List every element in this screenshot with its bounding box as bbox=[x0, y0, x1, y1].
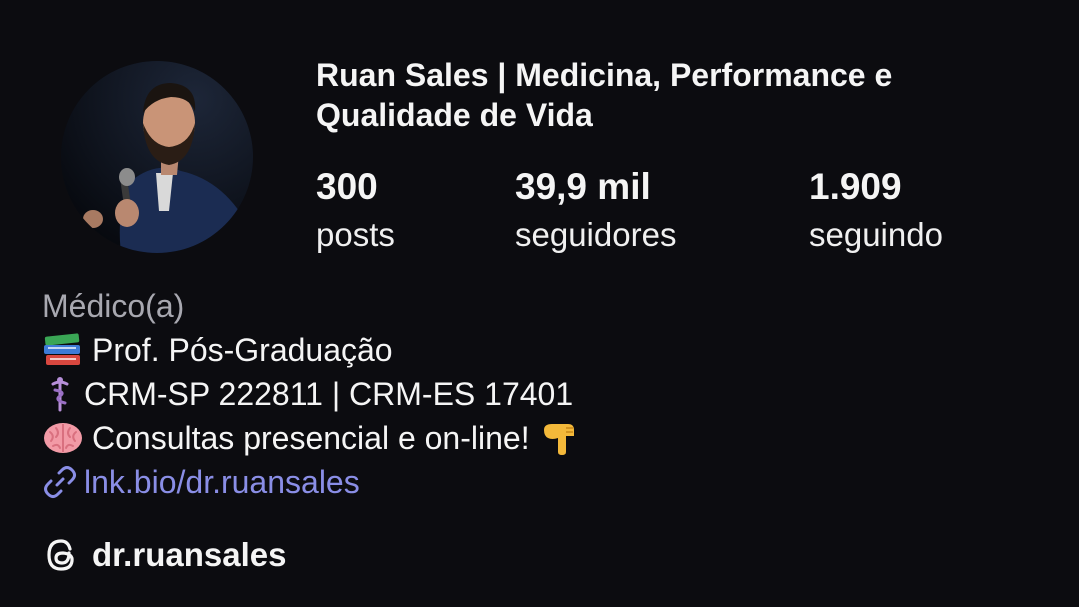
stat-followers[interactable]: 39,9 mil seguidores bbox=[515, 163, 676, 259]
bio-text-consultations: Consultas presencial e on-line! bbox=[92, 420, 530, 456]
books-icon bbox=[42, 332, 84, 368]
bio-text-teaching: Prof. Pós-Graduação bbox=[92, 332, 393, 368]
bio-line: Prof. Pós-Graduação bbox=[42, 328, 1042, 372]
bio-line: CRM-SP 222811 | CRM-ES 17401 bbox=[42, 372, 1042, 416]
medical-symbol-icon bbox=[42, 376, 78, 412]
bio-text-crm: CRM-SP 222811 | CRM-ES 17401 bbox=[84, 376, 574, 412]
threads-badge[interactable]: dr.ruansales bbox=[42, 536, 286, 574]
stat-following[interactable]: 1.909 seguindo bbox=[809, 163, 943, 259]
posts-label: posts bbox=[316, 216, 395, 253]
bio-line: Consultas presencial e on-line! bbox=[42, 416, 1042, 460]
brain-icon bbox=[42, 420, 84, 456]
posts-count: 300 bbox=[316, 166, 378, 207]
pointing-down-hand-icon bbox=[540, 420, 582, 456]
bio-link-text[interactable]: lnk.bio/dr.ruansales bbox=[84, 460, 360, 504]
profile-name: Ruan Sales | Medicina, Performance e Qua… bbox=[316, 57, 893, 133]
profile-category: Médico(a) bbox=[42, 288, 185, 324]
profile-bio: Médico(a) Prof. Pós-Graduação CRM-SP 222… bbox=[42, 284, 1042, 504]
following-label: seguindo bbox=[809, 216, 943, 253]
threads-handle: dr.ruansales bbox=[92, 536, 287, 573]
followers-count: 39,9 mil bbox=[515, 166, 651, 207]
stat-posts[interactable]: 300 posts bbox=[316, 163, 395, 259]
followers-label: seguidores bbox=[515, 216, 677, 253]
link-icon bbox=[42, 464, 78, 500]
profile-stats: 300 posts 39,9 mil seguidores 1.909 segu… bbox=[0, 163, 1079, 263]
profile-header: Ruan Sales | Medicina, Performance e Qua… bbox=[0, 0, 1079, 607]
following-count: 1.909 bbox=[809, 166, 902, 207]
threads-icon bbox=[47, 539, 74, 571]
bio-link[interactable]: lnk.bio/dr.ruansales bbox=[42, 460, 1042, 504]
